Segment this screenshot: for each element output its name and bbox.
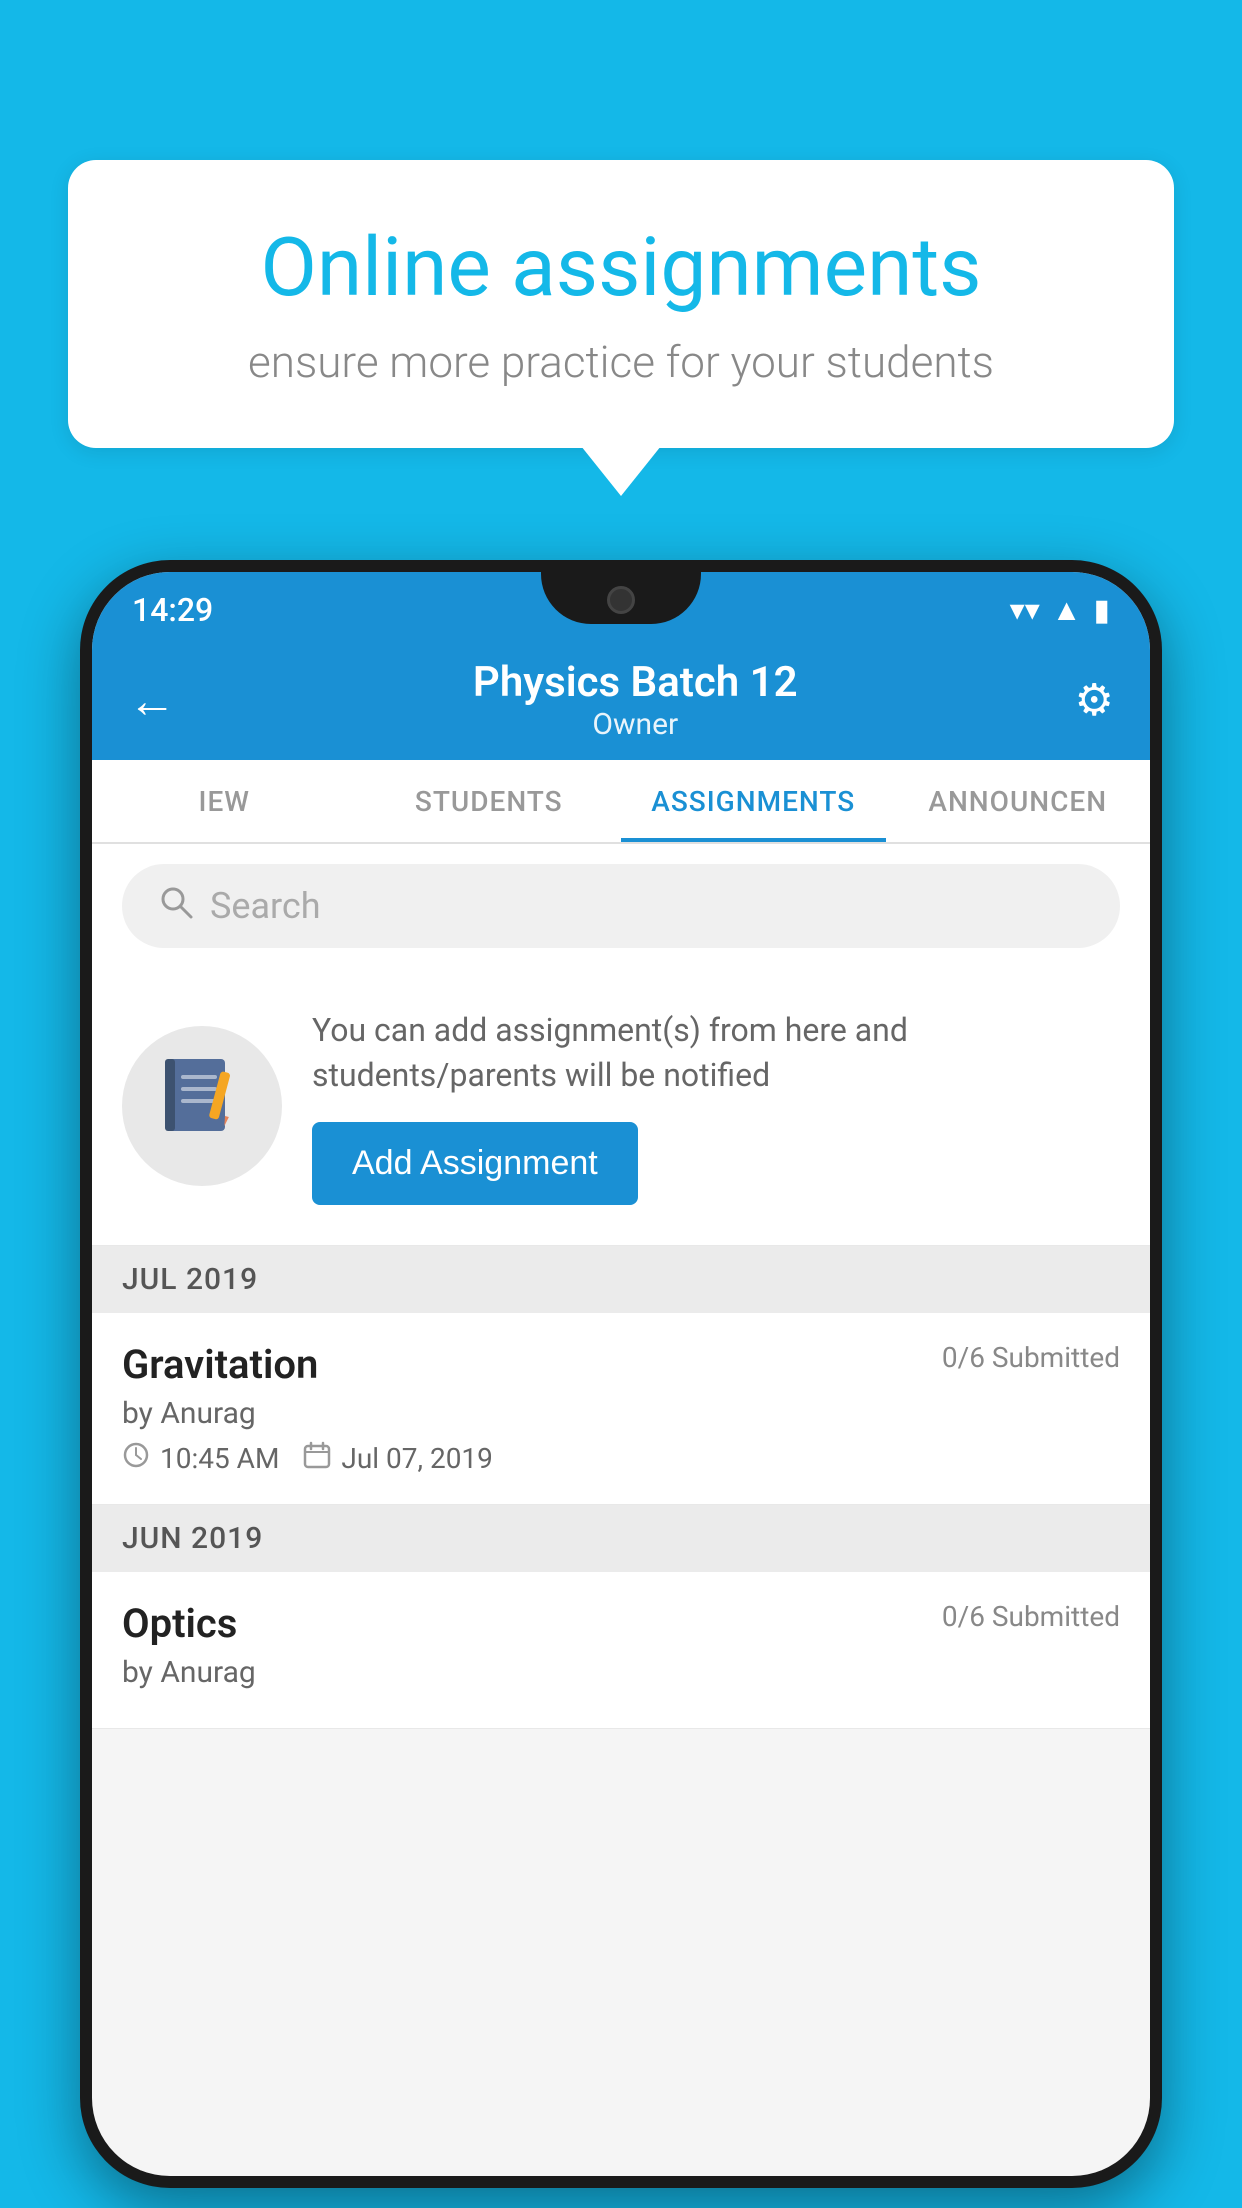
search-placeholder: Search xyxy=(210,885,321,927)
assignment-submitted-optics: 0/6 Submitted xyxy=(942,1600,1120,1633)
assignment-time-text: 10:45 AM xyxy=(160,1442,279,1475)
assignment-author-gravitation: by Anurag xyxy=(122,1396,1120,1431)
app-bar: ← Physics Batch 12 Owner ⚙ xyxy=(92,640,1150,760)
assignment-top-row: Gravitation 0/6 Submitted xyxy=(122,1341,1120,1388)
add-assignment-button[interactable]: Add Assignment xyxy=(312,1122,638,1205)
phone-inner: 14:29 ▾▾ ▲ ▮ ← Physics Batch 12 Owner ⚙ xyxy=(92,572,1150,2176)
assignment-date-item: Jul 07, 2019 xyxy=(303,1441,493,1476)
phone-camera xyxy=(607,586,635,614)
back-button[interactable]: ← xyxy=(128,672,176,729)
phone-frame: 14:29 ▾▾ ▲ ▮ ← Physics Batch 12 Owner ⚙ xyxy=(80,560,1162,2188)
assignment-time-item: 10:45 AM xyxy=(122,1441,279,1476)
tab-iew[interactable]: IEW xyxy=(92,760,357,842)
phone-screen: 14:29 ▾▾ ▲ ▮ ← Physics Batch 12 Owner ⚙ xyxy=(92,572,1150,2176)
calendar-icon xyxy=(303,1441,331,1476)
promo-icon-circle xyxy=(122,1026,282,1186)
speech-bubble-container: Online assignments ensure more practice … xyxy=(68,160,1174,448)
assignment-item-gravitation[interactable]: Gravitation 0/6 Submitted by Anurag xyxy=(92,1313,1150,1505)
promo-text-area: You can add assignment(s) from here and … xyxy=(312,1008,1120,1205)
status-icons: ▾▾ ▲ ▮ xyxy=(1010,593,1110,628)
tab-students[interactable]: STUDENTS xyxy=(357,760,622,842)
status-time: 14:29 xyxy=(132,591,213,629)
assignment-title-gravitation: Gravitation xyxy=(122,1341,318,1388)
assignment-author-optics: by Anurag xyxy=(122,1655,1120,1690)
promo-card: You can add assignment(s) from here and … xyxy=(92,968,1150,1246)
assignment-meta-gravitation: 10:45 AM Jul 07, 201 xyxy=(122,1441,1120,1476)
assignment-top-row-optics: Optics 0/6 Submitted xyxy=(122,1600,1120,1647)
speech-bubble-title: Online assignments xyxy=(148,220,1094,316)
app-bar-subtitle: Owner xyxy=(196,707,1075,742)
tab-assignments[interactable]: ASSIGNMENTS xyxy=(621,760,886,842)
notebook-icon xyxy=(157,1051,247,1161)
section-header-jul2019: JUL 2019 xyxy=(92,1246,1150,1313)
search-icon xyxy=(158,884,194,929)
app-bar-title: Physics Batch 12 xyxy=(196,658,1075,707)
app-bar-center: Physics Batch 12 Owner xyxy=(196,658,1075,742)
assignment-item-optics[interactable]: Optics 0/6 Submitted by Anurag xyxy=(92,1572,1150,1729)
promo-description: You can add assignment(s) from here and … xyxy=(312,1008,1120,1098)
signal-icon: ▲ xyxy=(1052,593,1082,628)
phone-notch xyxy=(541,572,701,624)
tabs-container: IEW STUDENTS ASSIGNMENTS ANNOUNCEN xyxy=(92,760,1150,844)
speech-bubble-subtitle: ensure more practice for your students xyxy=(148,336,1094,388)
battery-icon: ▮ xyxy=(1093,593,1110,628)
scrollable-content: Search xyxy=(92,844,1150,2176)
section-header-jun2019: JUN 2019 xyxy=(92,1505,1150,1572)
assignment-title-optics: Optics xyxy=(122,1600,237,1647)
search-bar[interactable]: Search xyxy=(122,864,1120,948)
clock-icon xyxy=(122,1441,150,1476)
search-container: Search xyxy=(92,844,1150,968)
assignment-submitted-gravitation: 0/6 Submitted xyxy=(942,1341,1120,1374)
tab-announcements[interactable]: ANNOUNCEN xyxy=(886,760,1151,842)
assignment-date-text: Jul 07, 2019 xyxy=(341,1442,493,1475)
wifi-icon: ▾▾ xyxy=(1010,593,1040,628)
speech-bubble: Online assignments ensure more practice … xyxy=(68,160,1174,448)
settings-icon[interactable]: ⚙ xyxy=(1075,674,1114,726)
